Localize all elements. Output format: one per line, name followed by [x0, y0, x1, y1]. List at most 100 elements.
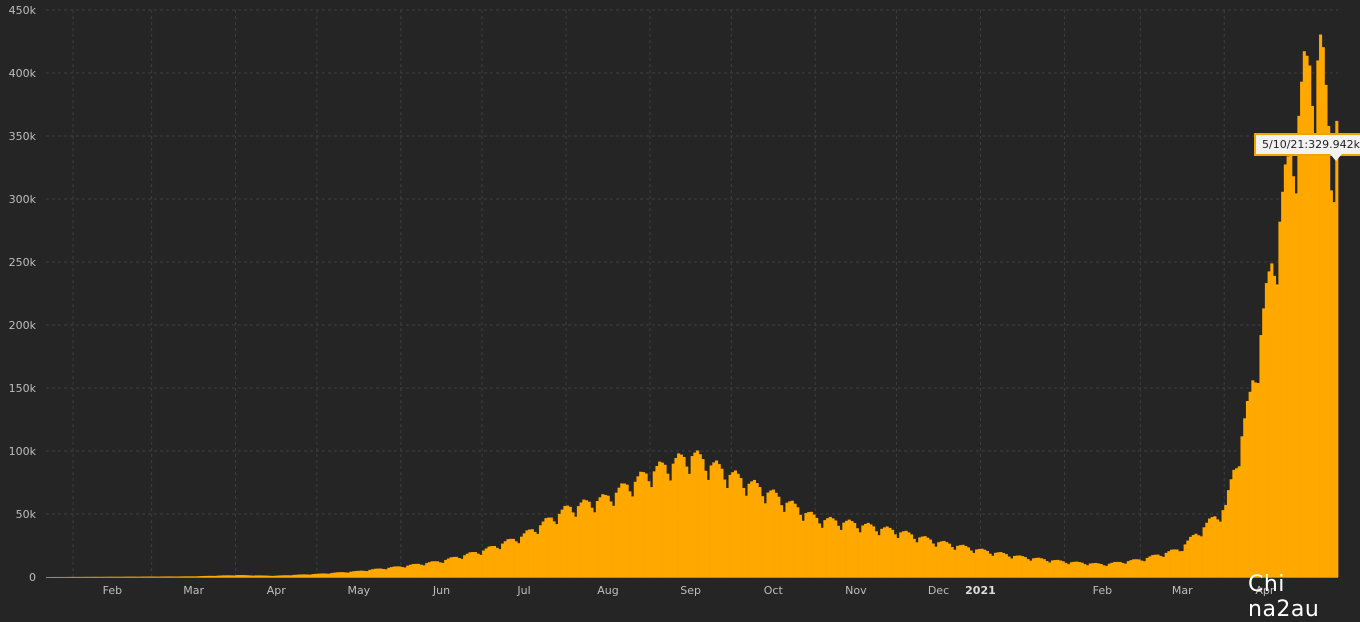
bar — [612, 506, 615, 577]
bar — [1105, 566, 1108, 577]
bar — [328, 574, 331, 577]
bar — [796, 507, 799, 577]
bar — [1002, 553, 1005, 577]
bar — [295, 575, 298, 577]
bar — [349, 572, 352, 577]
bar — [810, 512, 813, 577]
bar — [661, 463, 664, 577]
bar — [1213, 516, 1216, 577]
bar — [983, 550, 986, 577]
hover-tooltip: 5/10/21:329.942k — [1254, 133, 1360, 156]
bar — [173, 576, 176, 577]
bar — [404, 567, 407, 577]
bar — [301, 574, 304, 577]
bar — [915, 542, 918, 577]
bar — [669, 480, 672, 577]
bar — [672, 464, 675, 577]
bar — [395, 566, 398, 577]
bar — [322, 573, 325, 577]
bar — [872, 526, 875, 577]
bar — [1170, 550, 1173, 577]
bar — [888, 528, 891, 577]
bar — [211, 576, 214, 577]
bar — [1148, 556, 1151, 577]
x-tick-label: Nov — [845, 584, 867, 597]
bar — [393, 566, 396, 577]
bar — [802, 521, 805, 577]
bar — [1089, 564, 1092, 578]
bar — [645, 474, 648, 578]
bar — [972, 553, 975, 577]
bar — [412, 564, 415, 577]
bar — [1203, 527, 1206, 577]
bar — [263, 575, 266, 577]
bar — [509, 539, 512, 577]
x-tick-label: Apr — [267, 584, 287, 597]
bar — [951, 547, 954, 577]
bar — [542, 522, 545, 578]
bar — [441, 563, 444, 577]
bar — [897, 538, 900, 577]
bar — [217, 576, 220, 577]
bar — [1270, 263, 1273, 577]
bar — [932, 544, 935, 577]
bar — [260, 575, 263, 577]
bar — [566, 506, 569, 577]
bar — [274, 576, 277, 577]
bar — [517, 543, 520, 577]
bar — [718, 464, 721, 577]
x-tick-label: Dec — [928, 584, 949, 597]
bar — [840, 530, 843, 577]
bar — [1281, 192, 1284, 577]
bar — [593, 512, 596, 577]
bar — [1224, 505, 1227, 577]
bar — [848, 520, 851, 577]
bar — [555, 524, 558, 577]
bar — [585, 500, 588, 577]
bar — [482, 551, 485, 577]
bar — [1251, 380, 1254, 577]
bar — [385, 569, 388, 577]
bar — [764, 503, 767, 577]
bar — [674, 458, 677, 577]
bar — [1262, 308, 1265, 577]
bar — [376, 569, 379, 577]
bar — [458, 558, 461, 577]
bar — [666, 474, 669, 577]
bar — [1186, 541, 1189, 577]
daily-cases-bar-chart: 050k100k150k200k250k300k350k400k450kFebM… — [0, 0, 1360, 599]
bar — [913, 539, 916, 577]
bar — [401, 567, 404, 577]
bar — [864, 524, 867, 577]
bar — [1143, 561, 1146, 577]
bar — [975, 550, 978, 578]
bar — [999, 552, 1002, 577]
bar — [628, 491, 631, 577]
bar — [314, 574, 317, 577]
bar — [1259, 335, 1262, 577]
bar — [720, 469, 723, 577]
bar — [255, 575, 258, 577]
bar — [344, 572, 347, 577]
bar — [406, 566, 409, 577]
bar — [219, 576, 222, 578]
y-tick-label: 100k — [9, 445, 37, 458]
bar — [227, 575, 230, 577]
bar — [959, 545, 962, 577]
bar — [525, 530, 528, 577]
bar — [1159, 556, 1162, 577]
bar — [726, 488, 729, 577]
bar — [515, 541, 518, 577]
bar — [869, 524, 872, 577]
bar — [1268, 271, 1271, 577]
bar — [1192, 535, 1195, 577]
bar — [1319, 34, 1322, 577]
bar — [1162, 557, 1165, 577]
bar — [268, 576, 271, 577]
bar — [553, 521, 556, 577]
bar — [710, 465, 713, 577]
bar — [1102, 565, 1105, 577]
bar — [1243, 418, 1246, 577]
bar — [994, 553, 997, 577]
bar — [723, 480, 726, 577]
